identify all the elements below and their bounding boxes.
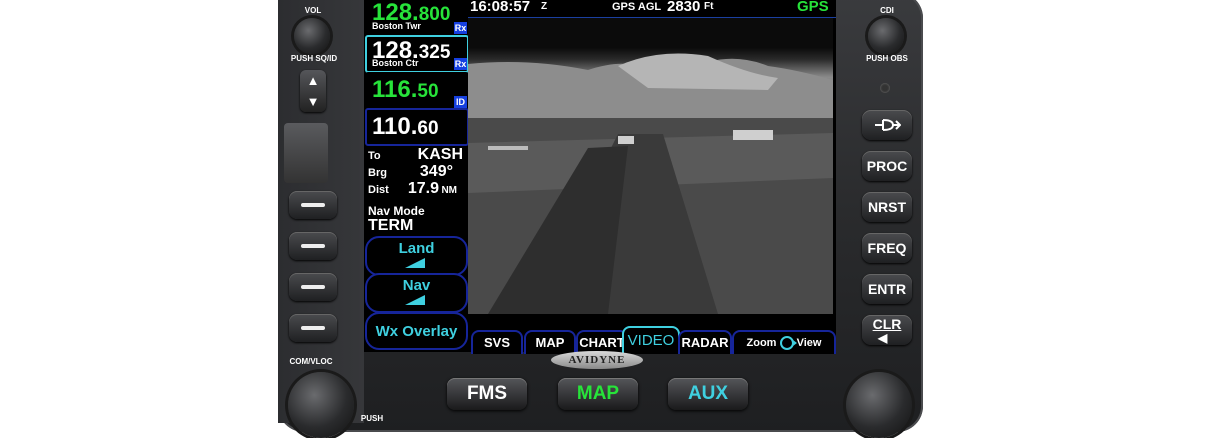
avidyne-logo: AVIDYNE: [551, 351, 643, 369]
direct-to-button[interactable]: [862, 110, 912, 140]
dash-icon: [301, 244, 325, 248]
dist-value: 17.9: [407, 180, 439, 197]
view-label: View: [796, 337, 822, 349]
blank-key: [284, 123, 328, 183]
tab-video[interactable]: VIDEO: [622, 326, 680, 354]
left-softkey-3[interactable]: [289, 273, 337, 301]
clr-button[interactable]: CLR ◀: [862, 315, 912, 345]
vol-knob[interactable]: [294, 18, 330, 54]
nav-mode: Nav Mode TERM: [365, 200, 465, 236]
agl-label: GPS AGL: [612, 1, 662, 13]
status-bar: 16:08:57 Z GPS AGL 2830 Ft GPS: [468, 0, 836, 18]
nav-active-value: 116.50: [372, 76, 439, 103]
nrst-button[interactable]: NRST: [862, 192, 912, 222]
land-label: Land: [398, 240, 435, 257]
nav-label: Nav: [402, 277, 431, 294]
dist-label: Dist: [368, 184, 389, 196]
cdi-label: CDI: [880, 6, 894, 15]
freq-button[interactable]: FREQ: [862, 233, 912, 263]
fms-knob[interactable]: [846, 372, 912, 438]
tab-radar[interactable]: RADAR: [678, 330, 732, 354]
map-button[interactable]: MAP: [558, 378, 638, 410]
push-obs-label: PUSH OBS: [866, 54, 908, 63]
time-value: 16:08:57: [470, 0, 531, 15]
com-vloc-knob[interactable]: [288, 372, 354, 438]
to-label: To: [368, 150, 381, 162]
fms-button[interactable]: FMS: [447, 378, 527, 410]
com-vloc-label: COM/VLOC: [289, 357, 333, 366]
com-standby-freq[interactable]: 128.325 Boston Ctr Rx: [365, 35, 469, 73]
brg-value: 349°: [419, 163, 453, 180]
proc-button[interactable]: PROC: [862, 151, 912, 181]
nav-mode-label: Nav Mode: [368, 204, 425, 218]
agl-unit: Ft: [704, 1, 714, 12]
video-feed: [468, 18, 833, 314]
gps-source: GPS: [797, 0, 829, 15]
dash-icon: [301, 285, 325, 289]
tab-bar: SVS MAP CHART VIDEO RADAR Zoom View: [468, 326, 836, 354]
left-arrow-icon: ◀: [878, 331, 888, 345]
nav-standby-freq[interactable]: 110.60: [365, 108, 469, 146]
up-arrow-icon: ▲: [306, 73, 320, 88]
entr-button[interactable]: ENTR: [862, 274, 912, 304]
dist-unit: NM: [441, 185, 457, 196]
com-active-freq[interactable]: 128.800 Boston Twr Rx: [365, 0, 469, 36]
com-active-name: Boston Twr: [372, 21, 421, 31]
vol-label: VOL: [304, 6, 322, 15]
tab-svs[interactable]: SVS: [471, 330, 523, 354]
tab-map[interactable]: MAP: [524, 330, 576, 354]
zoom-label: Zoom: [746, 337, 777, 349]
nav-info: To KASH Brg 349° Dist 17.9 NM: [365, 146, 465, 198]
indicator-light: [880, 83, 890, 93]
dash-icon: [301, 203, 325, 207]
nav-mode-value: TERM: [368, 217, 414, 234]
time-suffix: Z: [541, 1, 548, 12]
ramp-icon: [405, 258, 425, 268]
id-tag: ID: [454, 96, 467, 108]
knob-icon: [779, 336, 797, 351]
wx-overlay-button[interactable]: Wx Overlay: [365, 312, 468, 350]
down-arrow-icon: ▼: [306, 94, 320, 109]
direct-to-icon: [875, 119, 902, 131]
push-label: PUSH: [360, 414, 384, 423]
land-button[interactable]: Land: [365, 236, 468, 276]
left-softkey-2[interactable]: [289, 232, 337, 260]
com-nav-swap-rocker[interactable]: ▲ ▼: [300, 70, 326, 112]
to-value: KASH: [417, 146, 463, 163]
agl-value: 2830: [667, 0, 701, 15]
nav-standby-value: 110.60: [372, 113, 439, 140]
left-softkey-1[interactable]: [289, 191, 337, 219]
nav-button[interactable]: Nav: [365, 273, 468, 313]
nav-active-freq[interactable]: 116.50 ID: [365, 72, 469, 110]
brg-label: Brg: [368, 167, 387, 179]
runway-image: [468, 53, 833, 314]
cdi-knob[interactable]: [868, 18, 904, 54]
left-softkey-4[interactable]: [289, 314, 337, 342]
push-sq-id-label: PUSH SQ/ID: [290, 54, 338, 63]
com-standby-name: Boston Ctr: [372, 58, 419, 68]
zoom-view-control[interactable]: Zoom View: [732, 330, 836, 354]
ramp-icon: [405, 295, 425, 305]
rx-tag: Rx: [454, 22, 467, 34]
dash-icon: [301, 326, 325, 330]
wx-overlay-label: Wx Overlay: [375, 323, 458, 340]
rx-tag: Rx: [454, 58, 467, 70]
aux-button[interactable]: AUX: [668, 378, 748, 410]
